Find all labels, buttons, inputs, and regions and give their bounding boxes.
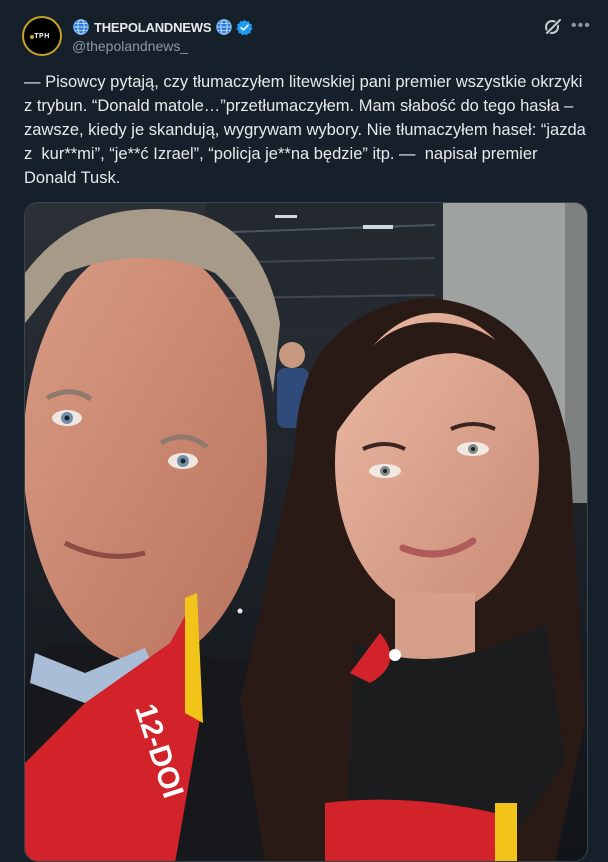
selfie-illustration: 12-DOI bbox=[25, 203, 587, 861]
globe-icon bbox=[216, 19, 233, 35]
avatar-dot bbox=[30, 35, 34, 39]
verified-badge-icon bbox=[236, 19, 253, 36]
author-display-name[interactable]: THEPOLANDNEWS bbox=[94, 20, 211, 35]
avatar[interactable]: TPH bbox=[22, 16, 62, 56]
tweet-photo[interactable]: 12-DOI bbox=[24, 202, 588, 862]
more-icon[interactable]: ••• bbox=[571, 16, 591, 36]
avatar-text: TPH bbox=[34, 32, 50, 40]
tweet[interactable]: TPH THEPOLANDNEWS @thepolandnews_ ••• — … bbox=[0, 0, 608, 862]
tweet-text: — Pisowcy pytają, czy tłumaczyłem litews… bbox=[24, 73, 591, 187]
author-handle[interactable]: @thepolandnews_ bbox=[72, 38, 188, 54]
author-name-row[interactable]: THEPOLANDNEWS bbox=[72, 17, 253, 37]
globe-icon bbox=[73, 19, 89, 35]
grok-icon[interactable] bbox=[543, 17, 563, 37]
